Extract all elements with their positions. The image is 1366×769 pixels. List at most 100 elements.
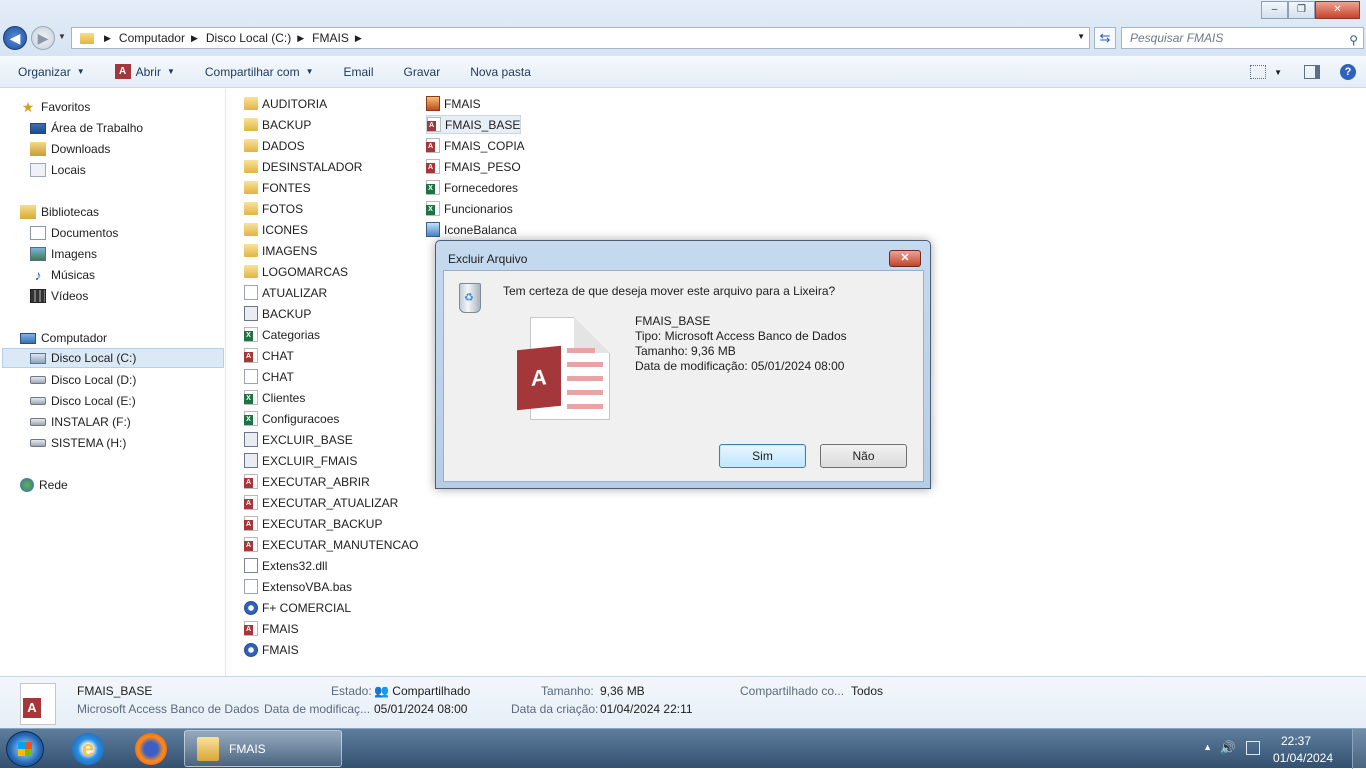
close-button[interactable]: ✕ bbox=[1315, 1, 1360, 19]
folder-item[interactable]: FOTOS bbox=[244, 199, 303, 218]
search-input[interactable]: Pesquisar FMAIS ⚲ bbox=[1121, 27, 1364, 49]
nav-drive-e[interactable]: Disco Local (E:) bbox=[30, 391, 136, 411]
nav-desktop[interactable]: Área de Trabalho bbox=[30, 118, 143, 138]
file-item[interactable]: Fornecedores bbox=[426, 178, 518, 197]
forward-button[interactable]: ▶ bbox=[31, 26, 55, 50]
file-name: BACKUP bbox=[262, 117, 312, 132]
folder-item[interactable]: FONTES bbox=[244, 178, 311, 197]
file-item[interactable]: FMAIS_BASE bbox=[426, 115, 522, 134]
nav-network[interactable]: Rede bbox=[20, 475, 68, 495]
start-button[interactable] bbox=[6, 731, 44, 767]
nav-places[interactable]: Locais bbox=[30, 160, 86, 180]
videos-icon bbox=[30, 289, 46, 303]
nav-drive-h[interactable]: SISTEMA (H:) bbox=[30, 433, 126, 453]
file-item[interactable]: ATUALIZAR bbox=[244, 283, 327, 302]
nav-drive-f[interactable]: INSTALAR (F:) bbox=[30, 412, 131, 432]
nav-drive-d[interactable]: Disco Local (D:) bbox=[30, 370, 136, 390]
acc-icon bbox=[244, 537, 258, 552]
help-icon[interactable]: ? bbox=[1340, 64, 1356, 80]
file-name: FMAIS bbox=[262, 642, 299, 657]
network-tray-icon[interactable] bbox=[1246, 741, 1260, 755]
nav-documents[interactable]: Documentos bbox=[30, 223, 118, 243]
file-item[interactable]: EXECUTAR_MANUTENCAO bbox=[244, 535, 418, 554]
folder-item[interactable]: DADOS bbox=[244, 136, 305, 155]
file-item[interactable]: IconeBalanca bbox=[426, 220, 517, 239]
file-item[interactable]: CHAT bbox=[244, 346, 294, 365]
file-item[interactable]: F+ COMERCIAL bbox=[244, 598, 351, 617]
nav-libraries[interactable]: Bibliotecas bbox=[20, 202, 99, 222]
no-button[interactable]: Não bbox=[820, 444, 907, 468]
folder-item[interactable]: LOGOMARCAS bbox=[244, 262, 348, 281]
file-item[interactable]: FMAIS bbox=[244, 619, 299, 638]
file-item[interactable]: Extens32.dll bbox=[244, 556, 327, 575]
folder-item[interactable]: ICONES bbox=[244, 220, 308, 239]
file-item[interactable]: Funcionarios bbox=[426, 199, 513, 218]
minimize-button[interactable]: – bbox=[1261, 1, 1288, 19]
file-item[interactable]: FMAIS bbox=[244, 640, 299, 659]
firefox-icon[interactable] bbox=[135, 733, 167, 765]
preview-pane-icon[interactable] bbox=[1304, 65, 1320, 79]
search-icon[interactable]: ⚲ bbox=[1349, 30, 1358, 50]
taskbar-explorer-window[interactable]: FMAIS bbox=[184, 730, 342, 767]
breadcrumb-drive-c[interactable]: Disco Local (C:) ▶ bbox=[206, 31, 312, 45]
folder-item[interactable]: BACKUP bbox=[244, 115, 311, 134]
file-item[interactable]: EXECUTAR_BACKUP bbox=[244, 514, 382, 533]
maximize-button[interactable]: ❐ bbox=[1288, 1, 1315, 19]
nav-favorites[interactable]: ★ Favoritos bbox=[20, 97, 91, 117]
view-dropdown-icon[interactable]: ▼ bbox=[1274, 68, 1282, 77]
folder-item[interactable]: IMAGENS bbox=[244, 241, 317, 260]
file-name: FMAIS_PESO bbox=[444, 159, 521, 174]
volume-icon[interactable]: 🔊 bbox=[1220, 740, 1236, 756]
file-item[interactable]: Clientes bbox=[244, 388, 305, 407]
nav-drive-c[interactable]: Disco Local (C:) bbox=[2, 348, 224, 368]
clock-date[interactable]: 01/04/2024 bbox=[1266, 751, 1340, 765]
nav-videos[interactable]: Vídeos bbox=[30, 286, 88, 306]
address-bar[interactable]: ▶ Computador ▶ Disco Local (C:) ▶ FMAIS ▶ ▼ bbox=[71, 27, 1090, 49]
folder-item[interactable]: AUDITORIA bbox=[244, 94, 327, 113]
breadcrumb-separator[interactable]: ▶ bbox=[98, 33, 119, 44]
music-icon: ♪ bbox=[34, 267, 42, 283]
folder-icon bbox=[244, 181, 258, 194]
file-item[interactable]: Configuracoes bbox=[244, 409, 339, 428]
nav-images[interactable]: Imagens bbox=[30, 244, 97, 264]
file-name: LOGOMARCAS bbox=[262, 264, 349, 279]
file-item[interactable]: FMAIS bbox=[426, 94, 481, 113]
file-item[interactable]: ExtensoVBA.bas bbox=[244, 577, 352, 596]
file-item[interactable]: Categorias bbox=[244, 325, 320, 344]
file-item[interactable]: CHAT bbox=[244, 367, 294, 386]
file-item[interactable]: EXCLUIR_BASE bbox=[244, 430, 353, 449]
breadcrumb-computer[interactable]: Computador ▶ bbox=[119, 31, 206, 45]
nav-downloads[interactable]: Downloads bbox=[30, 139, 110, 159]
address-dropdown-icon[interactable]: ▼ bbox=[1077, 32, 1085, 41]
nav-music[interactable]: ♪ Músicas bbox=[30, 265, 96, 285]
file-item[interactable]: BACKUP bbox=[244, 304, 311, 323]
file-item[interactable]: FMAIS_COPIA bbox=[426, 136, 525, 155]
folder-item[interactable]: DESINSTALADOR bbox=[244, 157, 362, 176]
new-folder-button[interactable]: Nova pasta bbox=[470, 65, 531, 79]
acc-icon bbox=[426, 159, 440, 174]
internet-explorer-icon[interactable]: e bbox=[72, 733, 104, 765]
nav-computer[interactable]: Computador bbox=[20, 328, 107, 348]
history-dropdown-icon[interactable]: ▼ bbox=[58, 32, 66, 41]
dialog-close-button[interactable]: ✕ bbox=[889, 250, 921, 267]
tray-expand-icon[interactable]: ▲ bbox=[1203, 742, 1212, 752]
view-options-icon[interactable] bbox=[1250, 65, 1267, 79]
yes-button[interactable]: Sim bbox=[719, 444, 806, 468]
refresh-button[interactable]: ⇆ bbox=[1094, 27, 1116, 49]
file-item[interactable]: EXECUTAR_ABRIR bbox=[244, 472, 370, 491]
email-button[interactable]: Email bbox=[344, 65, 374, 79]
file-name: ICONES bbox=[262, 222, 309, 237]
show-desktop-button[interactable] bbox=[1352, 729, 1366, 769]
file-item[interactable]: FMAIS_PESO bbox=[426, 157, 521, 176]
file-name: FMAIS bbox=[444, 96, 481, 111]
back-button[interactable]: ◀ bbox=[3, 26, 27, 50]
open-menu[interactable]: A Abrir ▼ bbox=[114, 64, 175, 79]
breadcrumb-fmais[interactable]: FMAIS ▶ bbox=[312, 31, 370, 45]
file-item[interactable]: EXCLUIR_FMAIS bbox=[244, 451, 357, 470]
clock-time[interactable]: 22:37 bbox=[1266, 734, 1326, 748]
burn-button[interactable]: Gravar bbox=[404, 65, 441, 79]
file-name: F+ COMERCIAL bbox=[262, 600, 352, 615]
organize-menu[interactable]: Organizar ▼ bbox=[18, 65, 85, 79]
share-menu[interactable]: Compartilhar com ▼ bbox=[205, 65, 314, 79]
file-item[interactable]: EXECUTAR_ATUALIZAR bbox=[244, 493, 398, 512]
